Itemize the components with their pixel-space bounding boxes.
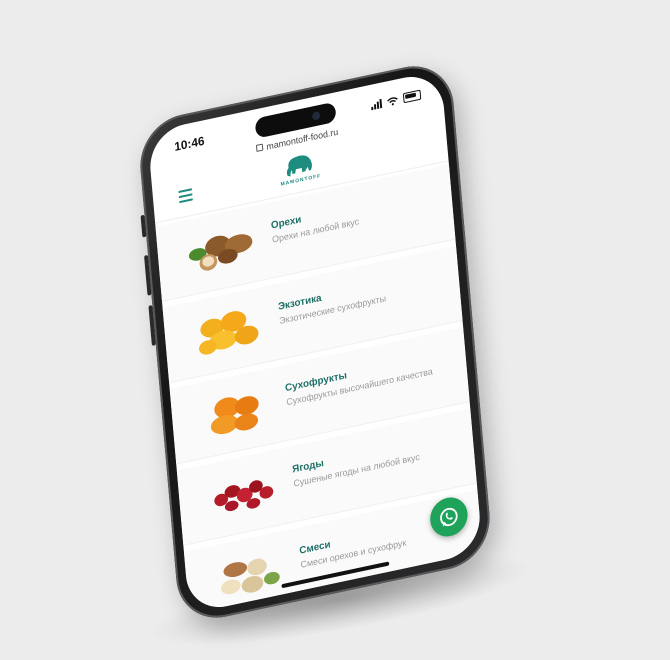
mix-image [221,558,280,595]
status-icons [371,89,422,111]
lock-icon [256,143,264,152]
battery-icon [402,89,422,104]
volume-down-button [148,305,156,346]
volume-up-button [144,254,152,296]
stage: 10:46 mamontoff-food.ru MAMONTOFF Орехи … [0,0,670,660]
apricot-image [199,311,259,355]
silent-switch [140,214,147,238]
dried-fruit-image [210,396,259,435]
phone-screen: 10:46 mamontoff-food.ru MAMONTOFF Орехи … [147,69,483,615]
signal-icon [371,98,383,110]
phone-wrap: 10:46 mamontoff-food.ru MAMONTOFF Орехи … [136,57,494,627]
nuts-image [188,234,253,271]
wifi-icon [387,96,398,105]
phone-frame: 10:46 mamontoff-food.ru MAMONTOFF Орехи … [136,57,494,627]
status-time: 10:46 [173,133,206,154]
berries-image [214,480,274,512]
site-logo[interactable]: MAMONTOFF [273,148,326,189]
category-list: Орехи Орехи на любой вкус Экзотика Экзот [155,164,483,615]
whatsapp-icon [440,507,458,527]
menu-icon[interactable] [178,188,194,204]
